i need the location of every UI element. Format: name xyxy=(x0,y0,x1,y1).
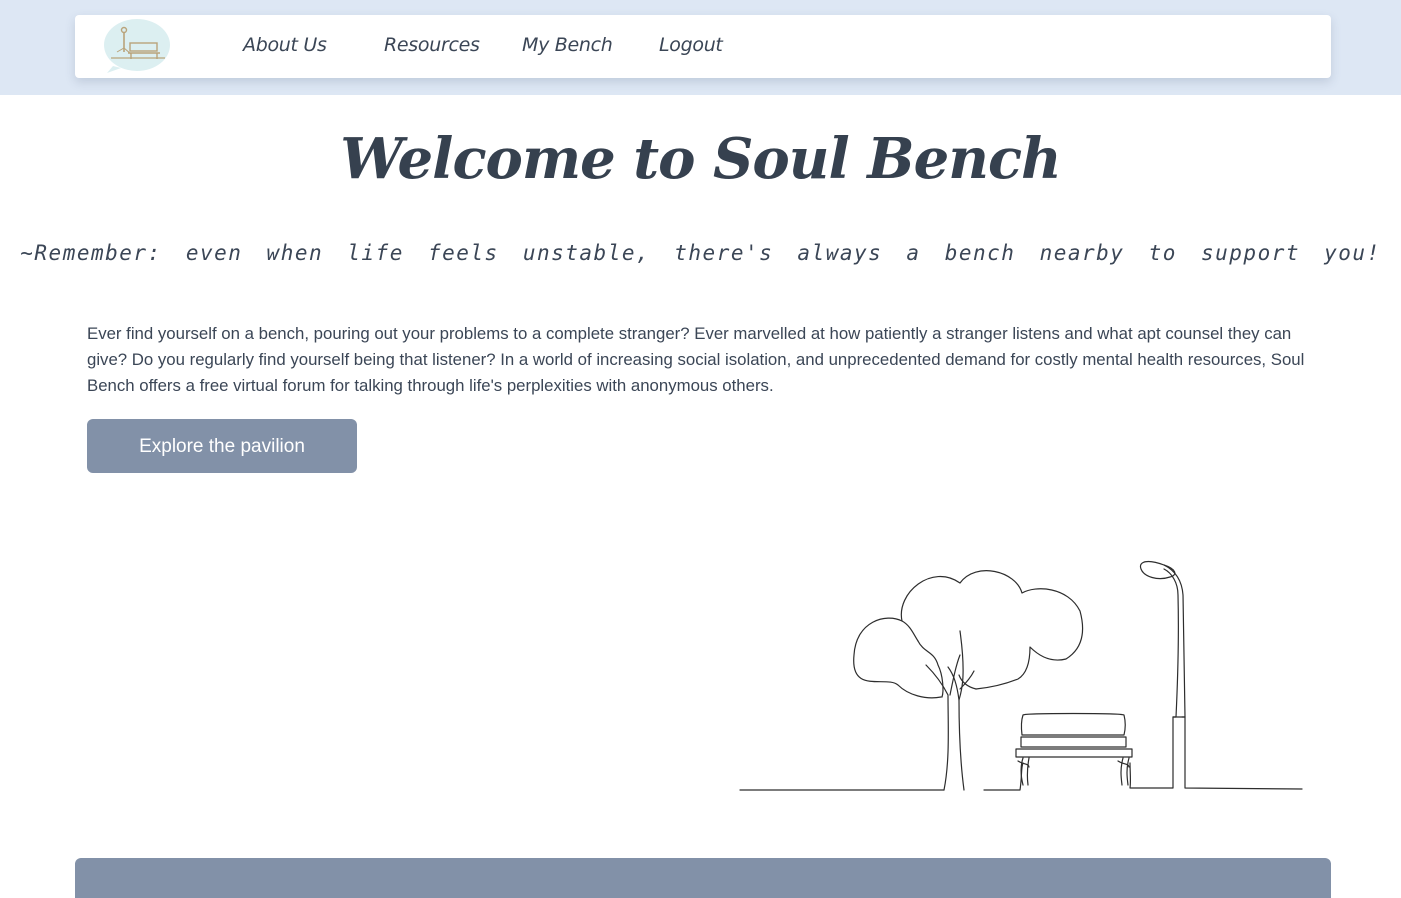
street-lamp-icon xyxy=(1139,560,1186,718)
navbar: About Us Resources My Bench Logout xyxy=(75,15,1331,78)
page-subtitle: ~Remember: even when life feels unstable… xyxy=(20,241,1381,265)
explore-pavilion-button[interactable]: Explore the pavilion xyxy=(87,419,357,473)
footer-bar xyxy=(75,858,1331,898)
park-bench-illustration xyxy=(739,560,1303,791)
nav-link-about-us[interactable]: About Us xyxy=(243,34,327,56)
bench-logo-icon[interactable] xyxy=(103,18,173,74)
nav-link-my-bench[interactable]: My Bench xyxy=(522,34,613,56)
page-title: Welcome to Soul Bench xyxy=(340,126,1062,192)
nav-link-resources[interactable]: Resources xyxy=(384,34,480,56)
nav-link-logout[interactable]: Logout xyxy=(659,34,723,56)
bench-icon xyxy=(1015,712,1133,786)
intro-paragraph: Ever find yourself on a bench, pouring o… xyxy=(87,324,1305,395)
